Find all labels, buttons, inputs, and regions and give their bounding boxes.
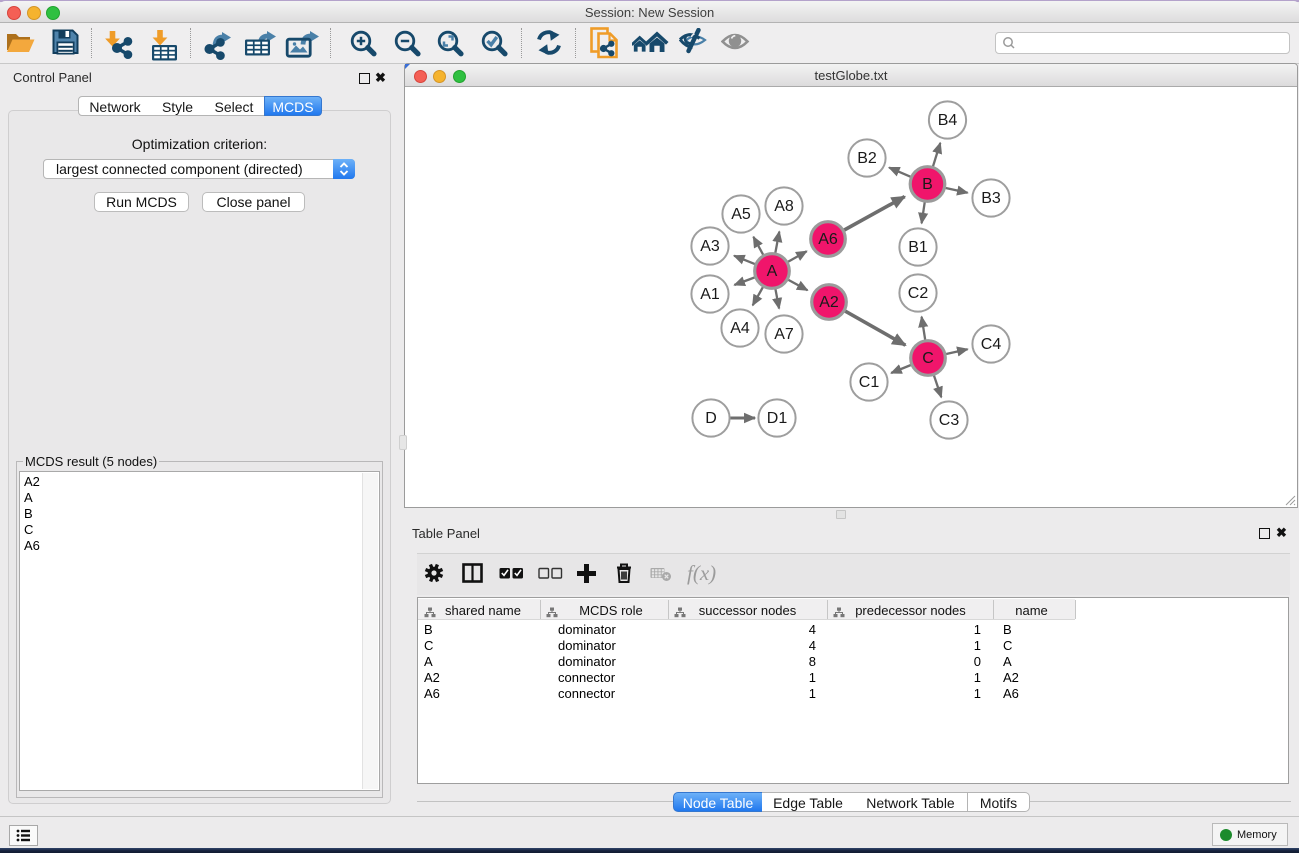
svg-text:C: C [922, 350, 934, 367]
svg-text:C2: C2 [908, 285, 929, 302]
svg-text:C1: C1 [859, 374, 880, 391]
svg-text:A4: A4 [730, 320, 750, 337]
svg-text:A3: A3 [700, 238, 720, 255]
svg-text:A2: A2 [819, 294, 839, 311]
svg-text:A7: A7 [774, 326, 794, 343]
svg-text:A: A [767, 263, 778, 280]
svg-text:B: B [922, 176, 933, 193]
svg-text:A8: A8 [774, 198, 794, 215]
svg-text:A5: A5 [731, 206, 751, 223]
svg-text:A1: A1 [700, 286, 720, 303]
svg-text:C4: C4 [981, 336, 1002, 353]
svg-text:B2: B2 [857, 150, 877, 167]
svg-text:A6: A6 [818, 231, 838, 248]
svg-text:C3: C3 [939, 412, 960, 429]
svg-text:B1: B1 [908, 239, 928, 256]
svg-text:D: D [705, 410, 717, 427]
svg-text:B4: B4 [938, 112, 958, 129]
svg-text:D1: D1 [767, 410, 788, 427]
svg-text:B3: B3 [981, 190, 1001, 207]
